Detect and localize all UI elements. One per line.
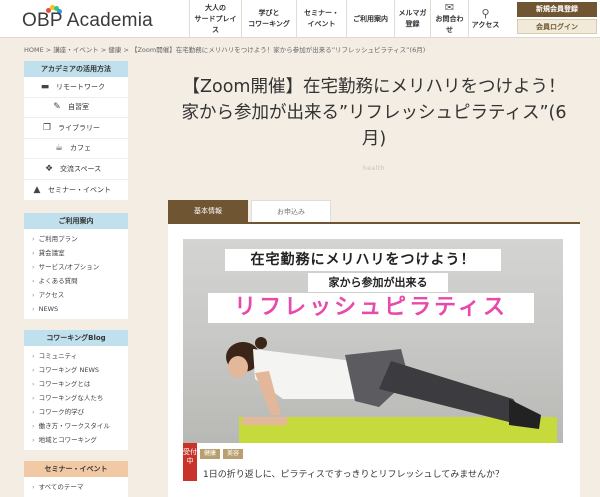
figure-forearm xyxy=(241,417,287,425)
sidebar-blog: コワーキングBlog コミュニティ コワーキング NEWS コワーキングとは コ… xyxy=(24,330,128,450)
sidebar-usage: アカデミアの活用方法 ▬ リモートワーク ✎ 自習室 ❐ ライブラリー ☕ カフ… xyxy=(24,61,128,200)
figure-face xyxy=(228,356,248,378)
sidebar-item-label: 自習室 xyxy=(68,103,89,112)
sidebar-blog-title: コワーキングBlog xyxy=(24,330,128,346)
tab-apply[interactable]: お申込み xyxy=(251,200,331,222)
nav-contact[interactable]: ✉ お問合わせ xyxy=(430,0,468,38)
main-nav: 大人の サードプレイス 学びと コワーキング セミナー・ イベント ご利用案内 … xyxy=(189,0,502,38)
logo-text: OBP Academia xyxy=(22,10,153,31)
sidebar-item-study-room[interactable]: ✎ 自習室 xyxy=(24,98,128,118)
sidebar-item-cafe[interactable]: ☕ カフェ xyxy=(24,139,128,159)
sidebar-item-label: 交流スペース xyxy=(60,164,102,173)
tag-health[interactable]: 健康 xyxy=(200,449,221,459)
sidebar-seminar: セミナー・イベント すべてのテーマ xyxy=(24,461,128,497)
breadcrumb[interactable]: HOME > 講座・イベント > 健康 > 【Zoom開催】在宅勤務にメリハリを… xyxy=(24,44,425,54)
sidebar-guide-title: ご利用案内 xyxy=(24,213,128,229)
sidebar-item-lounge[interactable]: ❖ 交流スペース xyxy=(24,159,128,180)
nav-label: 登録 xyxy=(405,20,420,28)
sidebar-link[interactable]: コワーク的学び xyxy=(24,405,128,419)
nav-label: 学びと xyxy=(258,9,280,17)
nav-coworking[interactable]: 学びと コワーキング xyxy=(241,0,296,38)
book-icon: ❐ xyxy=(42,122,52,133)
nav-label: セミナー・ xyxy=(304,9,339,17)
tag-beauty[interactable]: 美容 xyxy=(223,449,244,459)
category-sub-label: health xyxy=(363,165,385,172)
site-header: OBP Academia 大人の サードプレイス 学びと コワーキング セミナー… xyxy=(0,0,600,38)
figure-leggings xyxy=(379,361,525,423)
sidebar-item-library[interactable]: ❐ ライブラリー xyxy=(24,118,128,139)
header-buttons: 新規会員登録 会員ログイン xyxy=(517,2,597,36)
nav-label: アクセス xyxy=(471,20,500,29)
nav-label: 大人の xyxy=(205,3,226,12)
graduation-cap-icon: ▲ xyxy=(33,184,41,195)
sidebar-link[interactable]: すべてのテーマ xyxy=(24,480,128,494)
nav-label: お問合わせ xyxy=(435,15,464,34)
sidebar-item-label: リモートワーク xyxy=(56,82,105,91)
sidebar-link[interactable]: サービス/オプション xyxy=(24,260,128,274)
page-title: 【Zoom開催】在宅勤務にメリハリをつけよう！ 家から参加が出来る”リフレッシュ… xyxy=(168,74,580,152)
sidebar-link[interactable]: アクセス xyxy=(24,288,128,302)
sidebar-link[interactable]: よくある質問 xyxy=(24,274,128,288)
mail-icon: ✉ xyxy=(444,1,455,14)
nav-label: コワーキング xyxy=(248,20,290,28)
nav-label: ご利用案内 xyxy=(353,14,388,23)
sidebar-link[interactable]: コワーキング NEWS xyxy=(24,363,128,377)
cup-icon: ☕ xyxy=(54,143,64,154)
chat-icon: ❖ xyxy=(44,163,54,174)
folder-icon: ▬ xyxy=(40,81,50,92)
sidebar-link[interactable]: コミュニティ xyxy=(24,349,128,363)
status-badge: 受付中 xyxy=(183,443,197,481)
content-tabs: 基本情報 お申込み xyxy=(168,200,334,222)
hero-image: 在宅勤務にメリハリをつけよう！ 家から参加が出来る リフレッシュピラティス xyxy=(183,239,563,443)
figure-shoe xyxy=(509,399,541,429)
login-button[interactable]: 会員ログイン xyxy=(517,19,597,34)
plank-figure-illustration xyxy=(226,337,541,429)
sidebar-seminar-title: セミナー・イベント xyxy=(24,461,128,477)
nav-seminar[interactable]: セミナー・ イベント xyxy=(296,0,346,38)
sidebar-guide: ご利用案内 ご利用プラン 貸会議室 サービス/オプション よくある質問 アクセス… xyxy=(24,213,128,319)
sidebar-item-label: カフェ xyxy=(70,144,91,153)
figure-hair-bun xyxy=(255,337,267,349)
sidebar-link[interactable]: コワーキングな人たち xyxy=(24,391,128,405)
sidebar-item-remote-work[interactable]: ▬ リモートワーク xyxy=(24,77,128,98)
pen-icon: ✎ xyxy=(53,102,61,113)
site-logo[interactable]: OBP Academia xyxy=(22,5,172,33)
event-description: 1日の折り返しに、ピラティスですっきりとリフレッシュしてみませんか？ xyxy=(203,470,505,480)
sidebar-usage-title: アカデミアの活用方法 xyxy=(24,61,128,77)
page-title-line: 【Zoom開催】在宅勤務にメリハリをつけよう！ xyxy=(182,77,566,97)
sidebar-link[interactable]: ご利用プラン xyxy=(24,232,128,246)
nav-access[interactable]: ⚲ アクセス xyxy=(468,0,502,38)
nav-label: イベント xyxy=(307,20,336,28)
nav-third-place[interactable]: 大人の サードプレイス xyxy=(189,0,241,38)
map-pin-icon: ⚲ xyxy=(481,6,490,20)
nav-label: サードプレイス xyxy=(194,14,237,34)
sidebar-link[interactable]: 働き方・ワークスタイル xyxy=(24,419,128,433)
tag-list: 健康 美容 xyxy=(200,449,246,459)
page-title-line: 月) xyxy=(361,129,387,149)
register-button[interactable]: 新規会員登録 xyxy=(517,2,597,17)
sidebar-link[interactable]: 地域とコワーキング xyxy=(24,433,128,447)
sidebar-item-label: ライブラリー xyxy=(58,123,100,132)
nav-guide[interactable]: ご利用案内 xyxy=(346,0,394,38)
nav-label: メルマガ xyxy=(398,9,427,17)
page-title-line: 家から参加が出来る”リフレッシュピラティス”(6 xyxy=(181,103,567,123)
tab-basic-info[interactable]: 基本情報 xyxy=(168,200,248,222)
sidebar-item-seminar[interactable]: ▲ セミナー・イベント xyxy=(24,180,128,201)
sidebar-item-label: セミナー・イベント xyxy=(48,185,111,194)
sidebar-link[interactable]: NEWS xyxy=(24,302,128,316)
sidebar-link[interactable]: 貸会議室 xyxy=(24,246,128,260)
sidebar-link[interactable]: コワーキングとは xyxy=(24,377,128,391)
nav-mailmag[interactable]: メルマガ 登録 xyxy=(394,0,430,38)
